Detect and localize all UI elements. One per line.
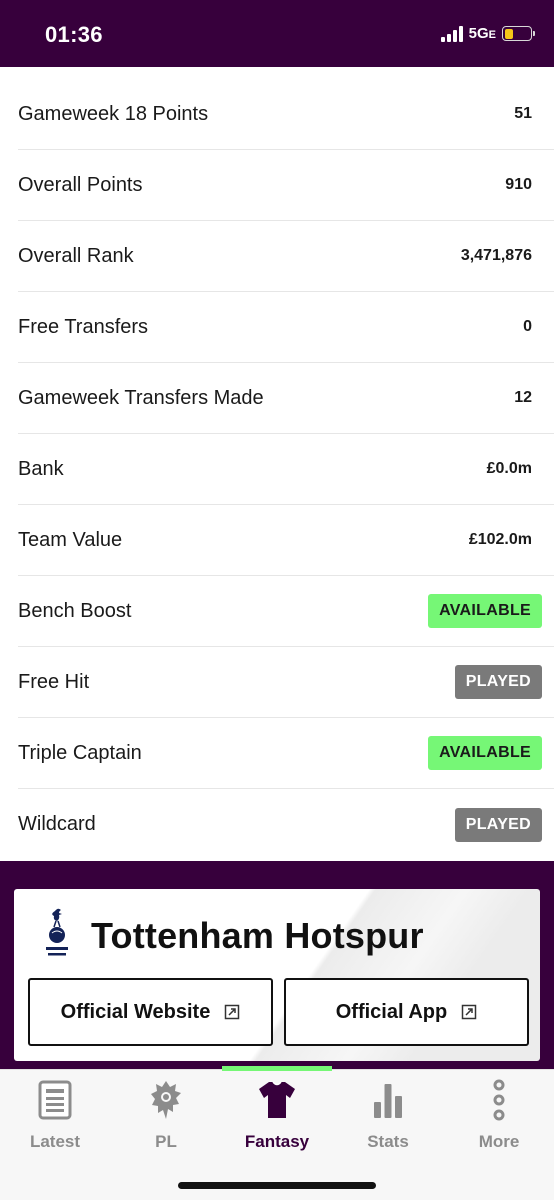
external-link-icon [461, 1004, 477, 1020]
stat-value: 910 [505, 176, 532, 193]
tab-more[interactable]: More [444, 1078, 554, 1152]
chip-row-triple-captain: Triple Captain AVAILABLE [18, 718, 554, 789]
stat-row-transfers-made: Gameweek Transfers Made 12 [18, 363, 554, 434]
official-app-button[interactable]: Official App [284, 978, 529, 1046]
official-website-button[interactable]: Official Website [28, 978, 273, 1046]
stat-row-bank: Bank £0.0m [18, 434, 554, 505]
chip-status-badge: AVAILABLE [428, 594, 542, 628]
network-type: 5GE [468, 25, 496, 42]
tab-label: More [478, 1132, 520, 1151]
tab-latest[interactable]: Latest [0, 1078, 110, 1152]
tab-label: Fantasy [244, 1132, 310, 1151]
tottenham-crest-icon [46, 908, 68, 956]
status-indicators: 5GE [440, 25, 535, 42]
stat-row-team-value: Team Value £102.0m [18, 505, 554, 576]
more-dots-icon [479, 1078, 519, 1122]
stat-value: 3,471,876 [460, 247, 532, 264]
stat-label: Overall Rank [18, 244, 134, 267]
official-website-label: Official Website [60, 1000, 211, 1023]
premier-league-lion-icon [146, 1078, 186, 1122]
chip-label: Wildcard [18, 813, 96, 835]
club-name: Tottenham Hotspur [91, 915, 424, 956]
chip-label: Free Hit [18, 670, 90, 693]
stat-row-free-transfers: Free Transfers 0 [18, 292, 554, 363]
status-bar: 01:36 5GE [0, 0, 554, 67]
cellular-signal-icon [440, 25, 463, 42]
favourite-club-section: Tottenham Hotspur Official Website Offic… [0, 861, 554, 1071]
stat-value: 0 [523, 318, 532, 335]
stat-value: 51 [514, 105, 532, 122]
stat-label: Gameweek Transfers Made [18, 386, 264, 409]
chip-label: Bench Boost [18, 599, 132, 622]
club-card: Tottenham Hotspur Official Website Offic… [14, 889, 540, 1061]
team-stats-list: Gameweek 18 Points 51 Overall Points 910… [0, 79, 554, 860]
chip-status-badge: AVAILABLE [428, 736, 542, 770]
tab-pl[interactable]: PL [111, 1078, 221, 1152]
stat-row-overall-points: Overall Points 910 [18, 150, 554, 221]
active-tab-indicator [222, 1066, 332, 1071]
tab-stats[interactable]: Stats [333, 1078, 443, 1152]
tab-label: PL [155, 1132, 177, 1151]
stat-value: £102.0m [468, 531, 532, 548]
stat-row-gameweek-points: Gameweek 18 Points 51 [18, 79, 554, 150]
chip-status-badge: PLAYED [454, 807, 542, 842]
stat-label: Bank [18, 457, 64, 480]
battery-low-icon [502, 26, 535, 41]
status-time: 01:36 [45, 22, 103, 47]
home-indicator[interactable] [178, 1182, 376, 1189]
chip-row-free-hit: Free Hit PLAYED [18, 647, 554, 718]
stat-value: 12 [514, 389, 532, 406]
stat-label: Gameweek 18 Points [18, 102, 209, 125]
official-app-label: Official App [335, 1000, 448, 1023]
stat-row-overall-rank: Overall Rank 3,471,876 [18, 221, 554, 292]
chip-row-wildcard: Wildcard PLAYED [18, 789, 554, 860]
tab-label: Latest [29, 1132, 81, 1151]
chip-label: Triple Captain [18, 741, 142, 764]
stat-value: £0.0m [486, 460, 532, 477]
jersey-icon [257, 1078, 297, 1122]
tab-label: Stats [367, 1132, 409, 1151]
chip-row-bench-boost: Bench Boost AVAILABLE [18, 576, 554, 647]
stat-label: Free Transfers [18, 315, 149, 338]
news-icon [35, 1078, 75, 1122]
stat-label: Overall Points [18, 173, 143, 196]
stat-label: Team Value [18, 528, 123, 551]
tab-fantasy[interactable]: Fantasy [222, 1078, 332, 1152]
external-link-icon [225, 1004, 240, 1020]
chip-status-badge: PLAYED [454, 665, 542, 699]
bar-chart-icon [368, 1078, 408, 1122]
bottom-tab-bar: Latest PL Fantasy Stats More [0, 1066, 554, 1200]
